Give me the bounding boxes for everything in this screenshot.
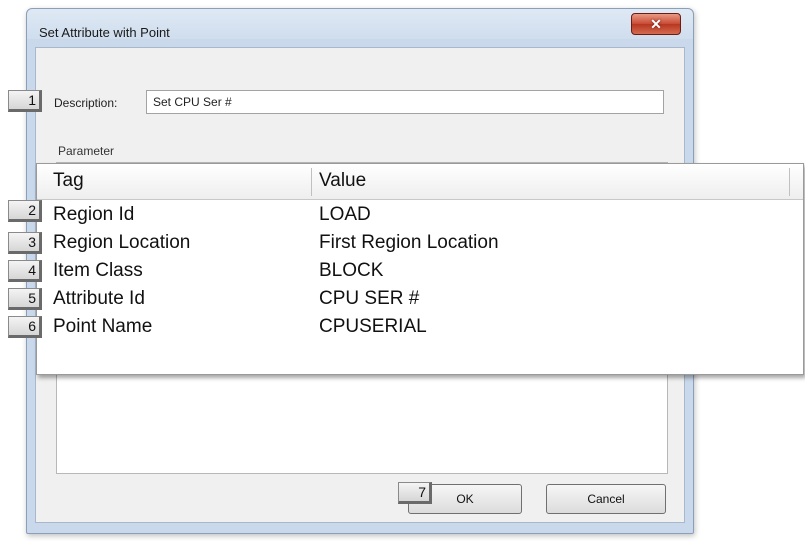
parameter-label: Parameter — [58, 144, 115, 158]
table-row[interactable]: Point Name CPUSERIAL — [37, 314, 803, 342]
table-row[interactable]: Attribute Id CPU SER # — [37, 286, 803, 314]
row-value: CPU SER # — [319, 288, 420, 309]
row-value: LOAD — [319, 204, 371, 225]
table-row[interactable]: Region Id LOAD — [37, 202, 803, 230]
description-label: Description: — [54, 96, 118, 110]
close-button[interactable]: ✕ — [631, 13, 681, 35]
table-header: Tag Value — [37, 164, 803, 200]
title-bar[interactable]: Set Attribute with Point ✕ — [27, 9, 693, 43]
row-tag: Attribute Id — [53, 288, 145, 309]
callout-badge-attribute-id: 5 — [8, 288, 42, 310]
row-tag: Item Class — [53, 260, 143, 281]
row-tag: Region Id — [53, 204, 135, 225]
close-icon: ✕ — [650, 16, 662, 32]
column-header-value[interactable]: Value — [319, 170, 366, 192]
description-input[interactable] — [146, 90, 664, 114]
table-row[interactable]: Item Class BLOCK — [37, 258, 803, 286]
table-row[interactable]: Region Location First Region Location — [37, 230, 803, 258]
callout-badge-point-name: 6 — [8, 316, 42, 338]
row-value: First Region Location — [319, 232, 499, 253]
cancel-button[interactable]: Cancel — [546, 484, 666, 514]
callout-badge-item-class: 4 — [8, 260, 42, 282]
row-tag: Point Name — [53, 316, 153, 337]
callout-badge-ok: 7 — [398, 482, 432, 504]
window-title: Set Attribute with Point — [39, 25, 170, 40]
column-divider[interactable] — [311, 168, 312, 196]
row-value: CPUSERIAL — [319, 316, 427, 337]
row-tag: Region Location — [53, 232, 191, 253]
callout-badge-region-location: 3 — [8, 232, 42, 254]
column-divider[interactable] — [789, 168, 790, 196]
row-value: BLOCK — [319, 260, 384, 281]
callout-badge-description: 1 — [8, 90, 42, 112]
parameter-table-zoom: Tag Value Region Id LOAD Region Location… — [36, 163, 804, 375]
callout-badge-region-id: 2 — [8, 200, 42, 222]
column-header-tag[interactable]: Tag — [53, 170, 84, 192]
